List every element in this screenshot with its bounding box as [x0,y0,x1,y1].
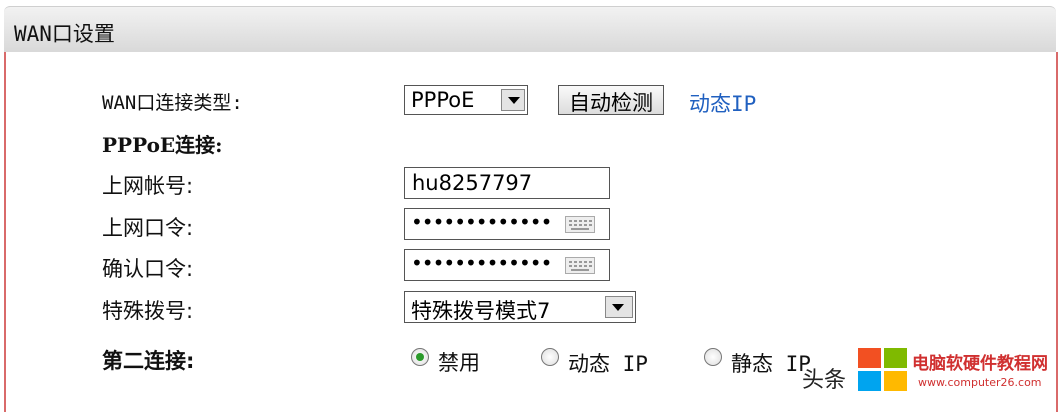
watermark-url: www.computer26.com [918,376,1042,389]
wan-type-select[interactable]: PPPoE [404,85,528,115]
confirm-label: 确认口令: [102,257,194,281]
detected-type-link[interactable]: 动态IP [689,88,756,118]
wan-type-label: WAN口连接类型: [102,92,243,114]
chevron-down-icon[interactable] [501,89,525,111]
radio-static-ip[interactable] [704,348,722,366]
panel-title: WAN口设置 [14,22,115,46]
chevron-down-icon[interactable] [605,296,633,318]
radio-disable[interactable] [411,348,429,366]
radio-static-ip-label: 静态 IP [731,352,811,376]
wan-type-value: PPPoE [411,88,475,112]
panel-header: WAN口设置 [4,6,1056,53]
password-label: 上网口令: [102,216,194,240]
confirm-value: ••••••••••••• [411,251,552,275]
keyboard-icon[interactable] [565,216,595,233]
auto-detect-button[interactable]: 自动检测 [558,85,664,115]
password-value: ••••••••••••• [411,210,552,234]
radio-disable-label: 禁用 [438,351,480,375]
special-dial-select[interactable]: 特殊拨号模式7 [404,291,636,323]
special-dial-value: 特殊拨号模式7 [411,299,551,323]
keyboard-icon[interactable] [565,257,595,274]
confirm-password-input[interactable]: ••••••••••••• [404,249,610,281]
account-value: hu8257797 [412,171,533,195]
account-input[interactable]: hu8257797 [404,167,610,199]
password-input[interactable]: ••••••••••••• [404,208,610,240]
watermark-site: 电脑软硬件教程网 [912,354,1048,374]
pppoe-section-title: PPPoE连接: [102,133,223,157]
account-label: 上网帐号: [102,174,194,198]
radio-dynamic-ip-label: 动态 IP [568,352,648,376]
windows-logo-icon [858,348,908,392]
watermark-prefix: 头条 [802,368,847,393]
radio-dynamic-ip[interactable] [541,348,559,366]
second-connection-label: 第二连接: [102,349,195,373]
special-dial-label: 特殊拨号: [102,299,194,323]
